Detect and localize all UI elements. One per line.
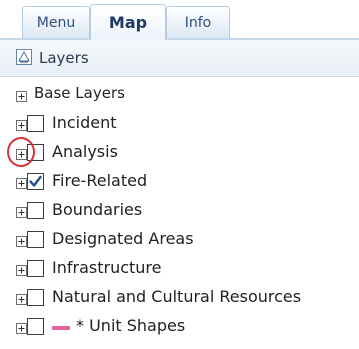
- tree-label-incident[interactable]: Incident: [52, 113, 117, 132]
- tree-label-base-layers[interactable]: Base Layers: [34, 84, 125, 102]
- tree-label-infrastructure[interactable]: Infrastructure: [52, 258, 161, 277]
- expand-plus-icon[interactable]: [16, 236, 27, 247]
- tree-row-designated-areas: Designated Areas: [0, 227, 359, 256]
- layer-checkbox-fire-related[interactable]: [27, 173, 44, 190]
- tab-map[interactable]: Map: [90, 4, 166, 40]
- tree-row-natural-cultural-resources: Natural and Cultural Resources: [0, 285, 359, 314]
- tree-label-boundaries[interactable]: Boundaries: [52, 200, 142, 219]
- layer-checkbox-infrastructure[interactable]: [27, 260, 44, 277]
- expand-plus-icon[interactable]: [16, 91, 27, 102]
- layer-checkbox-designated-areas[interactable]: [27, 231, 44, 248]
- tab-bar: Menu Map Info: [0, 0, 359, 40]
- tree-row-unit-shapes: * Unit Shapes: [0, 314, 359, 343]
- tree-row-analysis: Analysis: [0, 140, 359, 169]
- tree-label-designated-areas[interactable]: Designated Areas: [52, 229, 194, 248]
- expand-plus-icon[interactable]: [16, 178, 27, 189]
- tab-info[interactable]: Info: [166, 6, 230, 38]
- tree-row-base-layers: Base Layers: [0, 82, 359, 111]
- expand-plus-icon[interactable]: [16, 294, 27, 305]
- expand-plus-icon[interactable]: [16, 120, 27, 131]
- layer-checkbox-boundaries[interactable]: [27, 202, 44, 219]
- layers-icon: [16, 49, 32, 65]
- layers-title: Layers: [39, 49, 89, 67]
- expand-plus-icon[interactable]: [16, 323, 27, 334]
- layer-checkbox-incident[interactable]: [27, 115, 44, 132]
- tree-label-unit-shapes[interactable]: * Unit Shapes: [76, 316, 185, 335]
- tree-row-fire-related: Fire-Related: [0, 169, 359, 198]
- expand-plus-icon[interactable]: [16, 207, 27, 218]
- highlight-circle-annotation: [7, 137, 35, 167]
- tree-row-incident: Incident: [0, 111, 359, 140]
- tab-menu[interactable]: Menu: [22, 6, 90, 38]
- expand-plus-icon[interactable]: [16, 265, 27, 276]
- checkmark-icon: [29, 175, 42, 187]
- tree-row-infrastructure: Infrastructure: [0, 256, 359, 285]
- tree-label-natural-cultural-resources[interactable]: Natural and Cultural Resources: [52, 287, 301, 306]
- legend-swatch-icon: [52, 326, 70, 330]
- tree-label-analysis[interactable]: Analysis: [52, 142, 118, 161]
- tree-label-fire-related[interactable]: Fire-Related: [52, 171, 147, 190]
- layer-checkbox-natural-cultural-resources[interactable]: [27, 289, 44, 306]
- layer-checkbox-unit-shapes[interactable]: [27, 318, 44, 335]
- tree-row-boundaries: Boundaries: [0, 198, 359, 227]
